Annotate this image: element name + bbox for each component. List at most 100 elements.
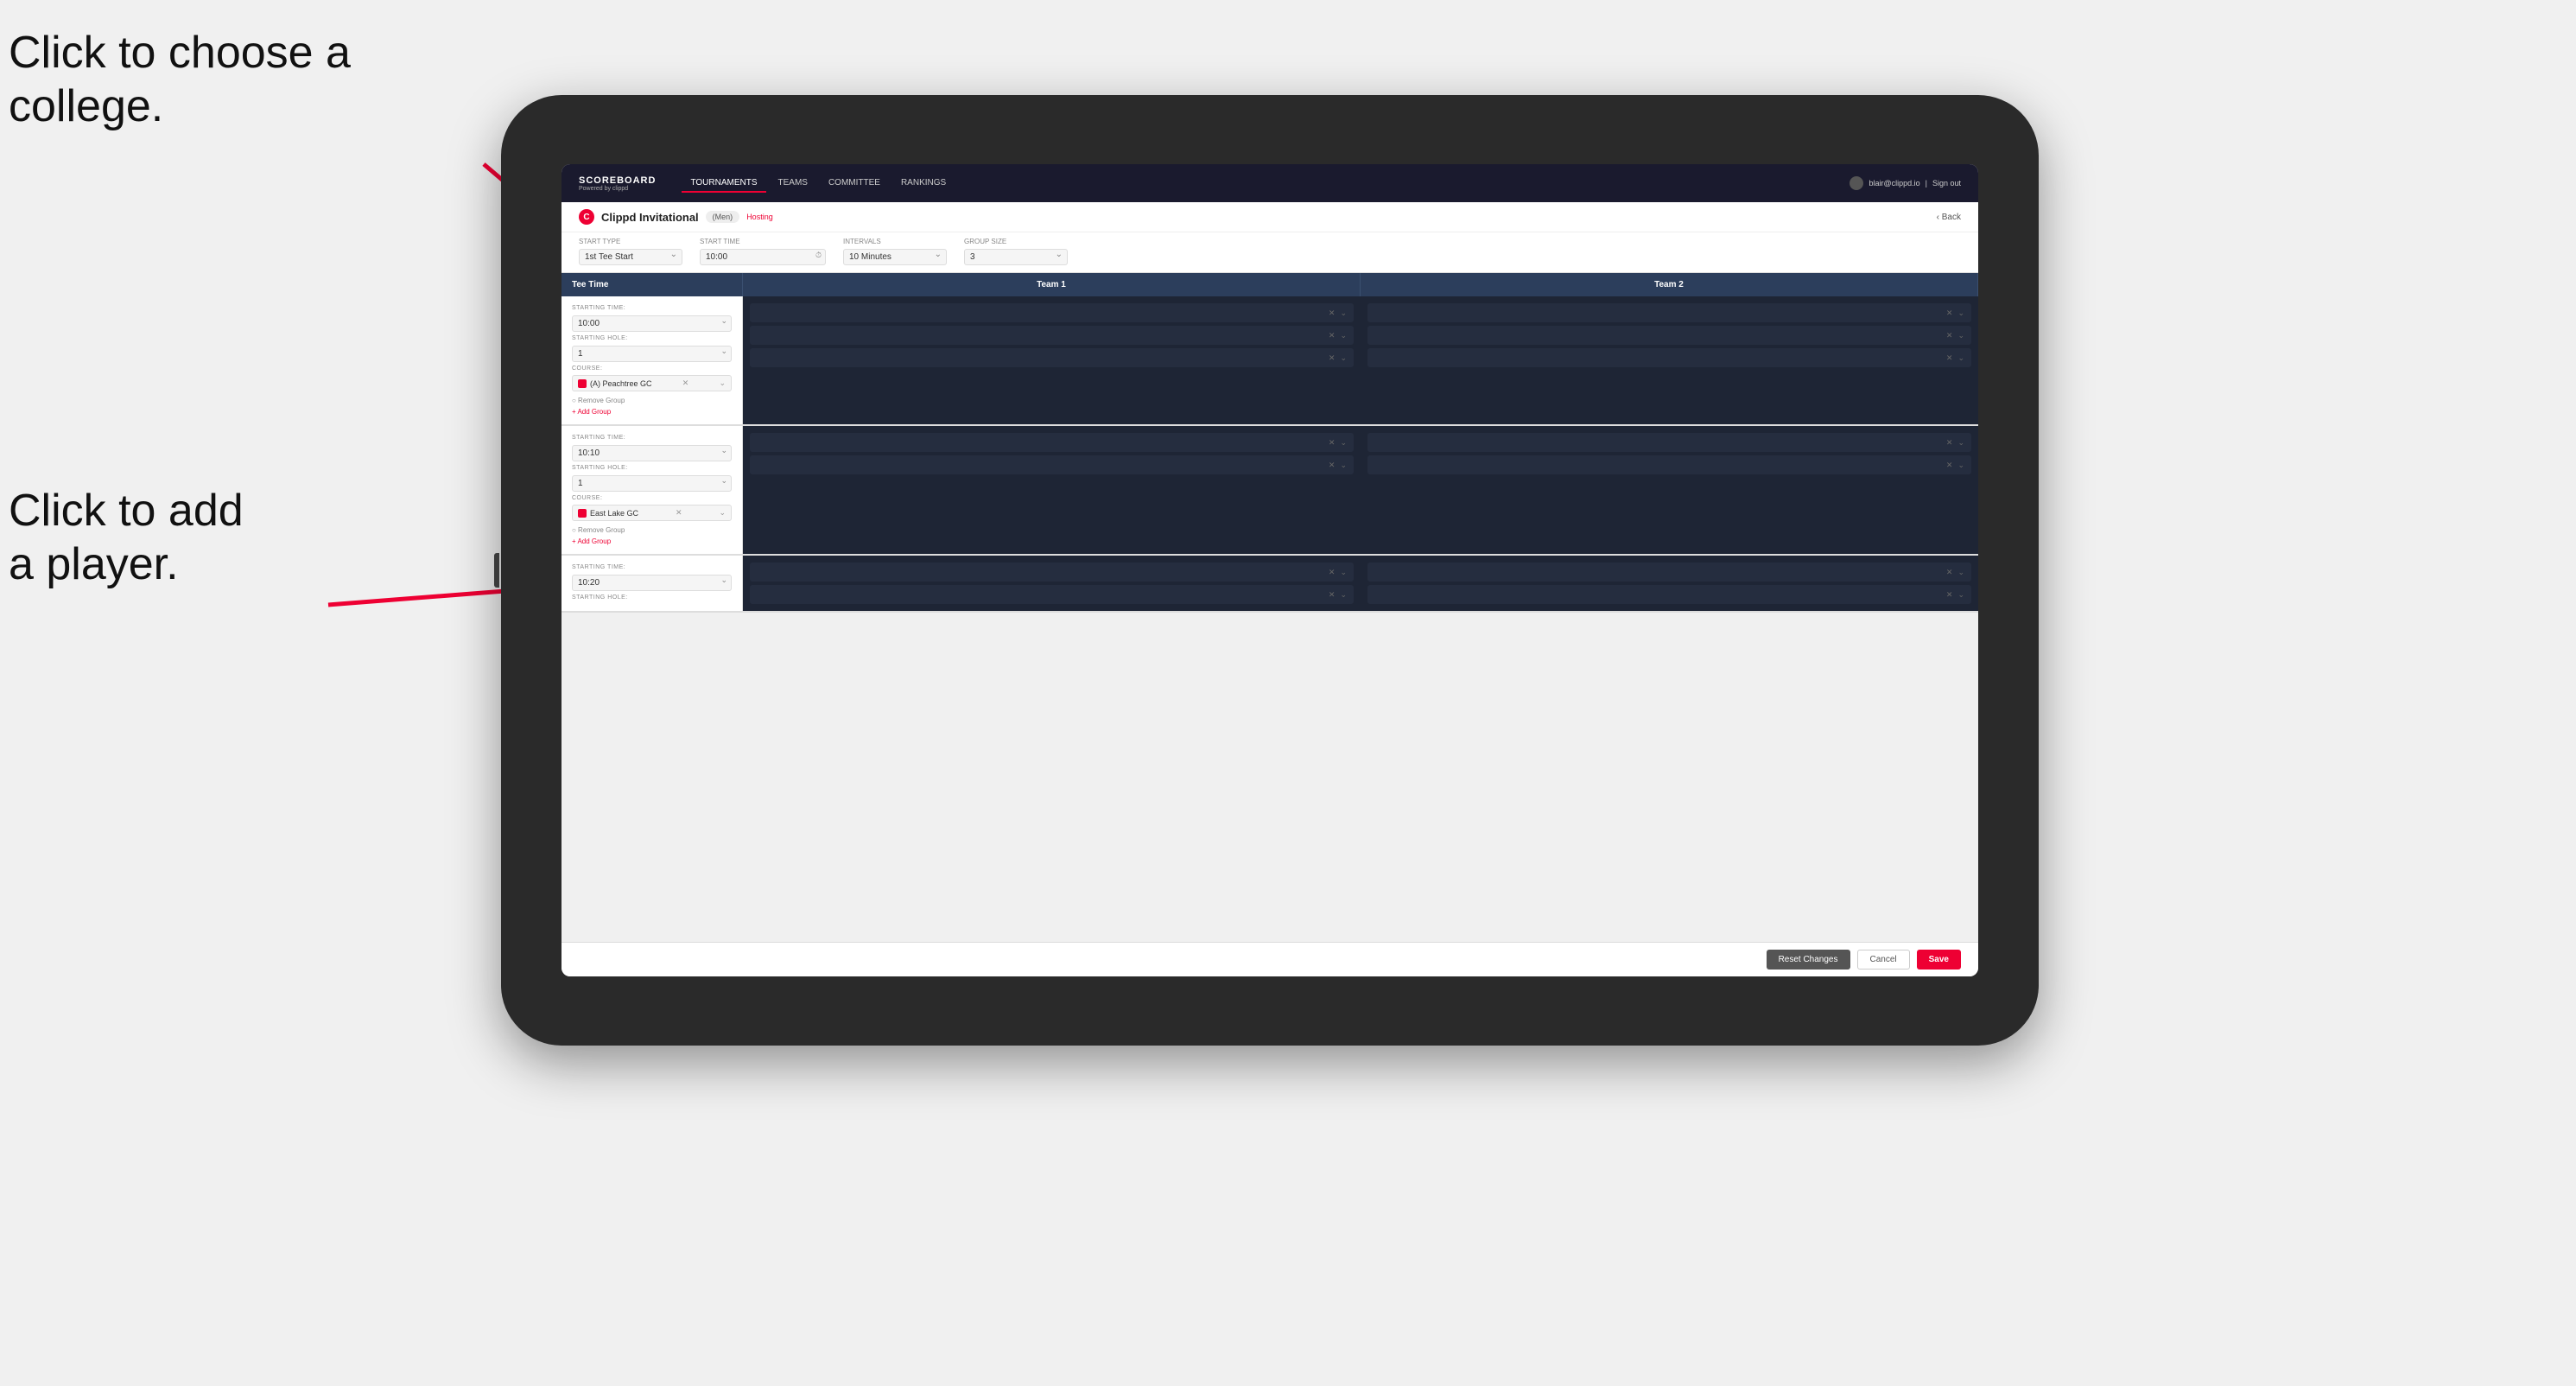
starting-hole-select-1[interactable]: 1 — [572, 346, 732, 362]
starting-time-wrapper-2 — [572, 444, 732, 461]
footer: Reset Changes Cancel Save — [562, 942, 1978, 976]
player-expand-1[interactable]: ⌄ — [1340, 308, 1347, 318]
annotation-add-player: Click to add a player. — [9, 484, 244, 592]
player-row: ✕ ⌄ — [750, 563, 1354, 582]
start-time-label: Start Time — [700, 238, 826, 245]
user-info: blair@clippd.io | Sign out — [1850, 176, 1961, 190]
time-icon: ⏱ — [815, 251, 822, 260]
th-tee-time: Tee Time — [562, 273, 743, 296]
course-label-1: COURSE: — [572, 366, 732, 372]
user-avatar — [1850, 176, 1863, 190]
sign-out-link[interactable]: Sign out — [1932, 179, 1961, 188]
starting-hole-wrapper-2: 1 — [572, 474, 732, 492]
course-tag-2[interactable]: East Lake GC ✕ ⌄ — [572, 505, 732, 521]
table-row: STARTING TIME: STARTING HOLE: 1 COURSE: … — [562, 426, 1978, 556]
table-header: Tee Time Team 1 Team 2 — [562, 273, 1978, 296]
course-tag-icon-1 — [578, 379, 587, 388]
tablet-side-button — [494, 553, 499, 588]
player-x-2[interactable]: ✕ — [1329, 331, 1336, 340]
course-label-2: COURSE: — [572, 495, 732, 501]
add-group-2[interactable]: + Add Group — [572, 537, 732, 545]
starting-hole-label-3: STARTING HOLE: — [572, 594, 732, 601]
starting-time-input-3[interactable] — [572, 575, 732, 591]
nav-link-committee[interactable]: COMMITTEE — [820, 175, 889, 193]
starting-hole-select-2[interactable]: 1 — [572, 475, 732, 492]
player-expand-3[interactable]: ⌄ — [1340, 353, 1347, 363]
player-x-t2-3[interactable]: ✕ — [1946, 353, 1953, 363]
player-row: ✕ ⌄ — [1367, 348, 1971, 367]
nav-link-teams[interactable]: TEAMS — [770, 175, 816, 193]
team2-col-2: ✕ ⌄ ✕ ⌄ — [1361, 426, 1978, 554]
course-remove-2[interactable]: ✕ — [676, 508, 682, 518]
nav-link-tournaments[interactable]: TOURNAMENTS — [682, 175, 765, 193]
player-row: ✕ ⌄ — [1367, 563, 1971, 582]
sub-header-left: C Clippd Invitational (Men) Hosting — [579, 209, 773, 225]
player-row: ✕ ⌄ — [1367, 433, 1971, 452]
player-x-t2-2[interactable]: ✕ — [1946, 331, 1953, 340]
start-type-select[interactable]: 1st Tee Start — [579, 249, 682, 265]
course-remove-1[interactable]: ✕ — [682, 378, 689, 388]
start-type-group: Start Type 1st Tee Start — [579, 238, 682, 265]
starting-time-label-3: STARTING TIME: — [572, 564, 732, 570]
course-expand-1[interactable]: ⌄ — [719, 378, 726, 388]
course-tag-1[interactable]: (A) Peachtree GC ✕ ⌄ — [572, 375, 732, 391]
clippd-logo: C — [579, 209, 594, 225]
intervals-select[interactable]: 10 Minutes — [843, 249, 947, 265]
nav-link-rankings[interactable]: RANKINGS — [892, 175, 955, 193]
tournament-badge: (Men) — [706, 211, 740, 223]
intervals-group: Intervals 10 Minutes — [843, 238, 947, 265]
team1-col-1: ✕ ⌄ ✕ ⌄ ✕ ⌄ — [743, 296, 1361, 424]
starting-hole-wrapper-1: 1 — [572, 345, 732, 362]
player-x-1[interactable]: ✕ — [1329, 308, 1336, 318]
table-row: STARTING TIME: STARTING HOLE: ✕ ⌄ ✕ ⌄ — [562, 556, 1978, 613]
back-button[interactable]: ‹ Back — [1937, 213, 1961, 222]
th-team1: Team 1 — [743, 273, 1361, 296]
intervals-label: Intervals — [843, 238, 947, 245]
remove-group-1[interactable]: ○ Remove Group — [572, 397, 625, 404]
tournament-name: Clippd Invitational — [601, 211, 699, 224]
course-tag-icon-2 — [578, 509, 587, 518]
add-group-1[interactable]: + Add Group — [572, 408, 732, 416]
player-row: ✕ ⌄ — [750, 303, 1354, 322]
player-x-t2-1[interactable]: ✕ — [1946, 308, 1953, 318]
team1-col-3: ✕ ⌄ ✕ ⌄ — [743, 556, 1361, 611]
save-button[interactable]: Save — [1917, 950, 1961, 970]
player-expand-2[interactable]: ⌄ — [1340, 331, 1347, 340]
sub-header: C Clippd Invitational (Men) Hosting ‹ Ba… — [562, 202, 1978, 232]
cancel-button[interactable]: Cancel — [1857, 950, 1910, 970]
group-size-label: Group Size — [964, 238, 1068, 245]
player-row: ✕ ⌄ — [1367, 326, 1971, 345]
starting-time-wrapper-3 — [572, 574, 732, 591]
group-size-group: Group Size 3 — [964, 238, 1068, 265]
th-team2: Team 2 — [1361, 273, 1978, 296]
group-size-select[interactable]: 3 — [964, 249, 1068, 265]
player-row: ✕ ⌄ — [750, 433, 1354, 452]
group-size-select-wrapper: 3 — [964, 248, 1068, 265]
controls-row: Start Type 1st Tee Start Start Time ⏱ In… — [562, 232, 1978, 273]
start-type-label: Start Type — [579, 238, 682, 245]
player-expand-t2-3[interactable]: ⌄ — [1957, 353, 1964, 363]
starting-time-wrapper-1 — [572, 315, 732, 332]
starting-time-input-1[interactable] — [572, 315, 732, 332]
player-row: ✕ ⌄ — [750, 455, 1354, 474]
remove-group-2[interactable]: ○ Remove Group — [572, 526, 625, 534]
player-expand-t2-1[interactable]: ⌄ — [1957, 308, 1964, 318]
left-col-1: STARTING TIME: STARTING HOLE: 1 COURSE: … — [562, 296, 743, 424]
start-time-input[interactable] — [700, 249, 826, 265]
course-expand-2[interactable]: ⌄ — [719, 508, 726, 518]
team2-col-3: ✕ ⌄ ✕ ⌄ — [1361, 556, 1978, 611]
starting-time-label-1: STARTING TIME: — [572, 305, 732, 311]
starting-time-input-2[interactable] — [572, 445, 732, 461]
hosting-badge: Hosting — [746, 213, 773, 221]
table-row: STARTING TIME: STARTING HOLE: 1 COURSE: … — [562, 296, 1978, 426]
player-row: ✕ ⌄ — [1367, 585, 1971, 604]
player-x-3[interactable]: ✕ — [1329, 353, 1336, 363]
player-row: ✕ ⌄ — [750, 585, 1354, 604]
player-expand-t2-2[interactable]: ⌄ — [1957, 331, 1964, 340]
left-col-3: STARTING TIME: STARTING HOLE: — [562, 556, 743, 611]
left-col-2: STARTING TIME: STARTING HOLE: 1 COURSE: … — [562, 426, 743, 554]
reset-changes-button[interactable]: Reset Changes — [1767, 950, 1850, 970]
start-time-group: Start Time ⏱ — [700, 238, 826, 265]
team1-col-2: ✕ ⌄ ✕ ⌄ — [743, 426, 1361, 554]
intervals-select-wrapper: 10 Minutes — [843, 248, 947, 265]
